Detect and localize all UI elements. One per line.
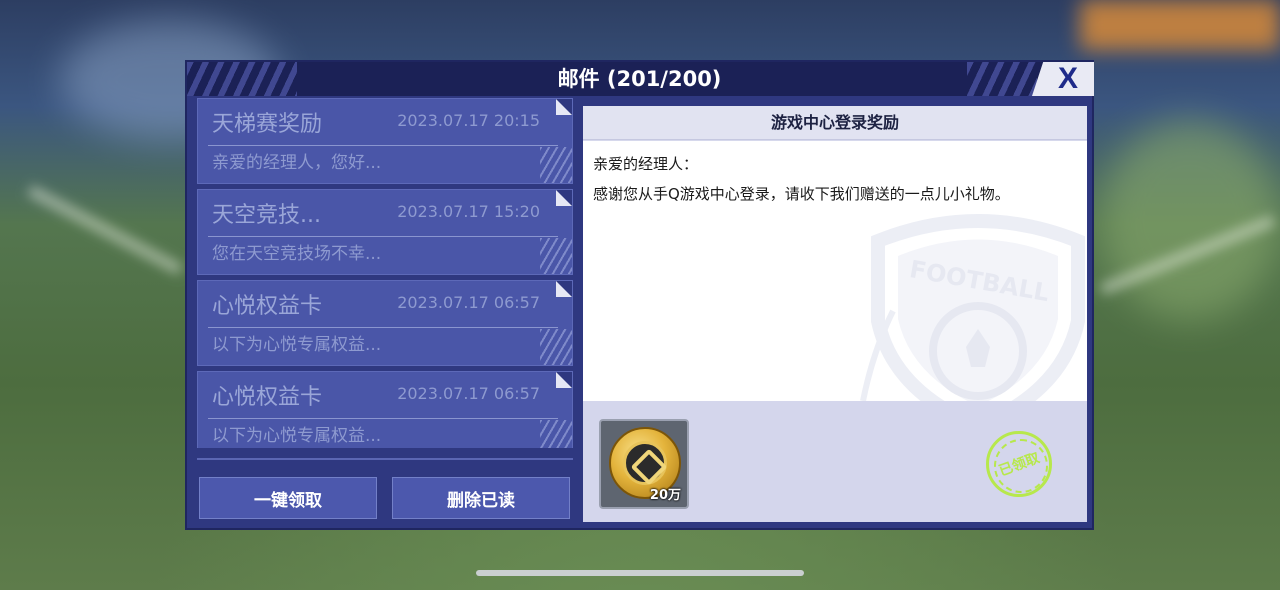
mail-detail-title: 游戏中心登录奖励 xyxy=(583,106,1087,140)
mail-date: 2023.07.17 20:15 xyxy=(397,111,540,130)
reward-item[interactable]: 20万 xyxy=(599,419,689,509)
mail-item[interactable]: 天空竞技... 2023.07.17 15:20 您在天空竞技场不幸... xyxy=(197,189,573,275)
mail-preview: 以下为心悦专属权益... xyxy=(212,335,382,355)
mail-greeting: 亲爱的经理人： xyxy=(593,155,699,173)
mail-preview: 亲爱的经理人，您好... xyxy=(212,153,382,173)
folded-corner-icon xyxy=(556,99,572,115)
mail-divider xyxy=(208,236,558,237)
claimed-stamp: 已领取 xyxy=(986,431,1052,497)
mail-preview: 以下为心悦专属权益... xyxy=(212,426,382,446)
list-divider xyxy=(197,458,573,460)
mail-subject: 天梯赛奖励 xyxy=(212,112,323,137)
field-line xyxy=(27,185,183,275)
mail-detail: 游戏中心登录奖励 亲爱的经理人： 感谢您从手Q游戏中心登录，请收下我们赠送的一点… xyxy=(583,106,1087,522)
football-emblem-icon: FOOTBALL xyxy=(860,214,1085,401)
mail-body: 亲爱的经理人： 感谢您从手Q游戏中心登录，请收下我们赠送的一点儿小礼物。 FOO… xyxy=(583,141,1087,401)
corner-stripes xyxy=(540,329,572,365)
window-title: 邮件 (201/200) xyxy=(557,67,722,91)
folded-corner-icon xyxy=(556,190,572,206)
mail-item[interactable]: 天梯赛奖励 2023.07.17 20:15 亲爱的经理人，您好... xyxy=(197,98,573,184)
mail-window: 邮件 (201/200) X 天梯赛奖励 2023.07.17 20:15 亲爱… xyxy=(185,60,1094,530)
corner-stripes xyxy=(540,420,572,448)
folded-corner-icon xyxy=(556,372,572,388)
mail-divider xyxy=(208,145,558,146)
reward-area: 20万 已领取 xyxy=(583,401,1087,522)
delete-read-button[interactable]: 删除已读 xyxy=(392,477,570,519)
coin-logo-icon xyxy=(623,441,667,485)
title-bar: 邮件 (201/200) xyxy=(187,62,1092,96)
claim-all-button[interactable]: 一键领取 xyxy=(199,477,377,519)
mail-date: 2023.07.17 15:20 xyxy=(397,202,540,221)
background-highlight xyxy=(1080,0,1280,50)
mail-subject: 心悦权益卡 xyxy=(212,385,323,410)
mail-date: 2023.07.17 06:57 xyxy=(397,293,540,312)
mail-list[interactable]: 天梯赛奖励 2023.07.17 20:15 亲爱的经理人，您好... 天空竞技… xyxy=(197,98,573,448)
mail-subject: 天空竞技... xyxy=(212,203,321,228)
mail-item[interactable]: 心悦权益卡 2023.07.17 06:57 以下为心悦专属权益... xyxy=(197,280,573,366)
background-glow xyxy=(1100,120,1280,320)
mail-date: 2023.07.17 06:57 xyxy=(397,384,540,403)
corner-stripes xyxy=(540,147,572,183)
mail-preview: 您在天空竞技场不幸... xyxy=(212,244,382,264)
mail-divider xyxy=(208,418,558,419)
mail-item[interactable]: 心悦权益卡 2023.07.17 06:57 以下为心悦专属权益... xyxy=(197,371,573,448)
claimed-stamp-text: 已领取 xyxy=(996,450,1042,480)
reward-count: 20万 xyxy=(649,488,681,503)
corner-stripes xyxy=(540,238,572,274)
mail-subject: 心悦权益卡 xyxy=(212,294,323,319)
mail-divider xyxy=(208,327,558,328)
home-indicator[interactable] xyxy=(476,570,804,576)
folded-corner-icon xyxy=(556,281,572,297)
